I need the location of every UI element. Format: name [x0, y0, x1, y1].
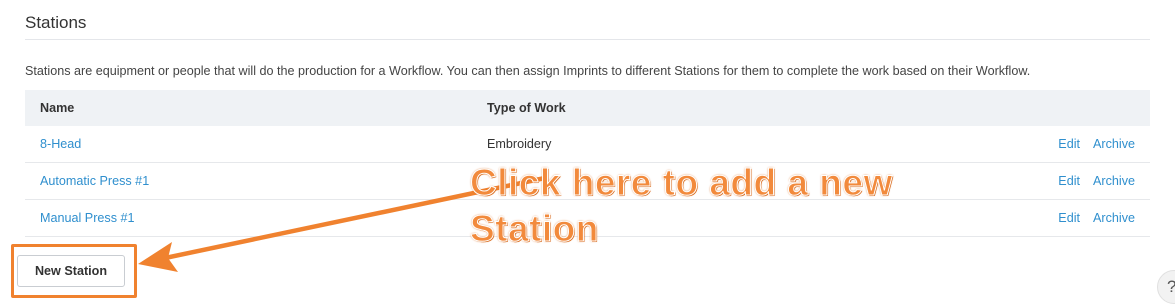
- callout-text: Click here to add a new Station: [470, 162, 893, 250]
- callout-highlight-box: [11, 244, 137, 298]
- callout-arrow: [138, 175, 548, 272]
